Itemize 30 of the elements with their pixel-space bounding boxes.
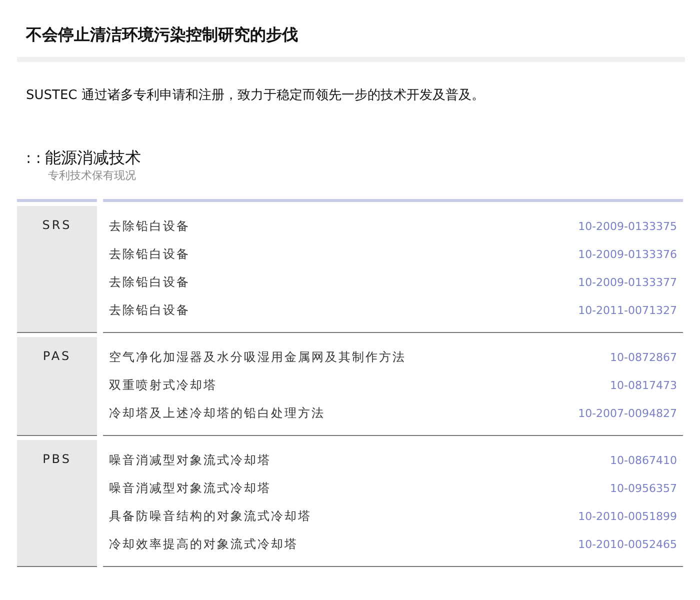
- patent-number: 10-0956357: [610, 482, 677, 494]
- section-subheading: 专利技术保有现况: [48, 169, 137, 183]
- patent-name: 冷却效率提高的对象流式冷却塔: [109, 536, 298, 552]
- patent-number: 10-2011-0071327: [578, 304, 677, 316]
- patent-number: 10-2009-0133377: [578, 276, 677, 288]
- patent-name: 具备防噪音结构的对象流式冷却塔: [109, 508, 312, 524]
- patent-name: 空气净化加湿器及水分吸湿用金属网及其制作方法: [109, 348, 406, 366]
- patent-number: 10-2010-0051899: [578, 510, 677, 522]
- patent-name: 冷却塔及上述冷却塔的铅白处理方法: [109, 404, 325, 422]
- group-code: PAS: [17, 337, 97, 436]
- patent-name: 噪音消减型对象流式冷却塔: [109, 452, 271, 468]
- patent-number: 10-2010-0052465: [578, 538, 677, 550]
- section-heading: 能源消减技术: [44, 148, 141, 169]
- patent-number: 10-0817473: [610, 378, 677, 392]
- section-marker: : :: [26, 149, 41, 167]
- patent-number: 10-2009-0133376: [578, 248, 677, 260]
- patent-name: 噪音消减型对象流式冷却塔: [109, 480, 271, 496]
- intro-text: SUSTEC 通过诸多专利申请和注册，致力于稳定而领先一步的技术开发及普及。: [26, 86, 486, 105]
- patent-number: 10-2007-0094827: [578, 406, 677, 420]
- patent-number: 10-2009-0133375: [578, 220, 677, 232]
- patent-name: 去除铅白设备: [109, 218, 190, 234]
- patent-name: 去除铅白设备: [109, 302, 190, 318]
- patent-name: 双重喷射式冷却塔: [109, 376, 217, 394]
- group-code: PBS: [17, 440, 97, 567]
- patent-name: 去除铅白设备: [109, 274, 190, 290]
- page-title: 不会停止清洁环境污染控制研究的步伐: [26, 24, 299, 46]
- patent-number: 10-0867410: [610, 454, 677, 466]
- group-code: SRS: [17, 206, 97, 333]
- patent-number: 10-0872867: [610, 350, 677, 364]
- patent-name: 去除铅白设备: [109, 246, 190, 262]
